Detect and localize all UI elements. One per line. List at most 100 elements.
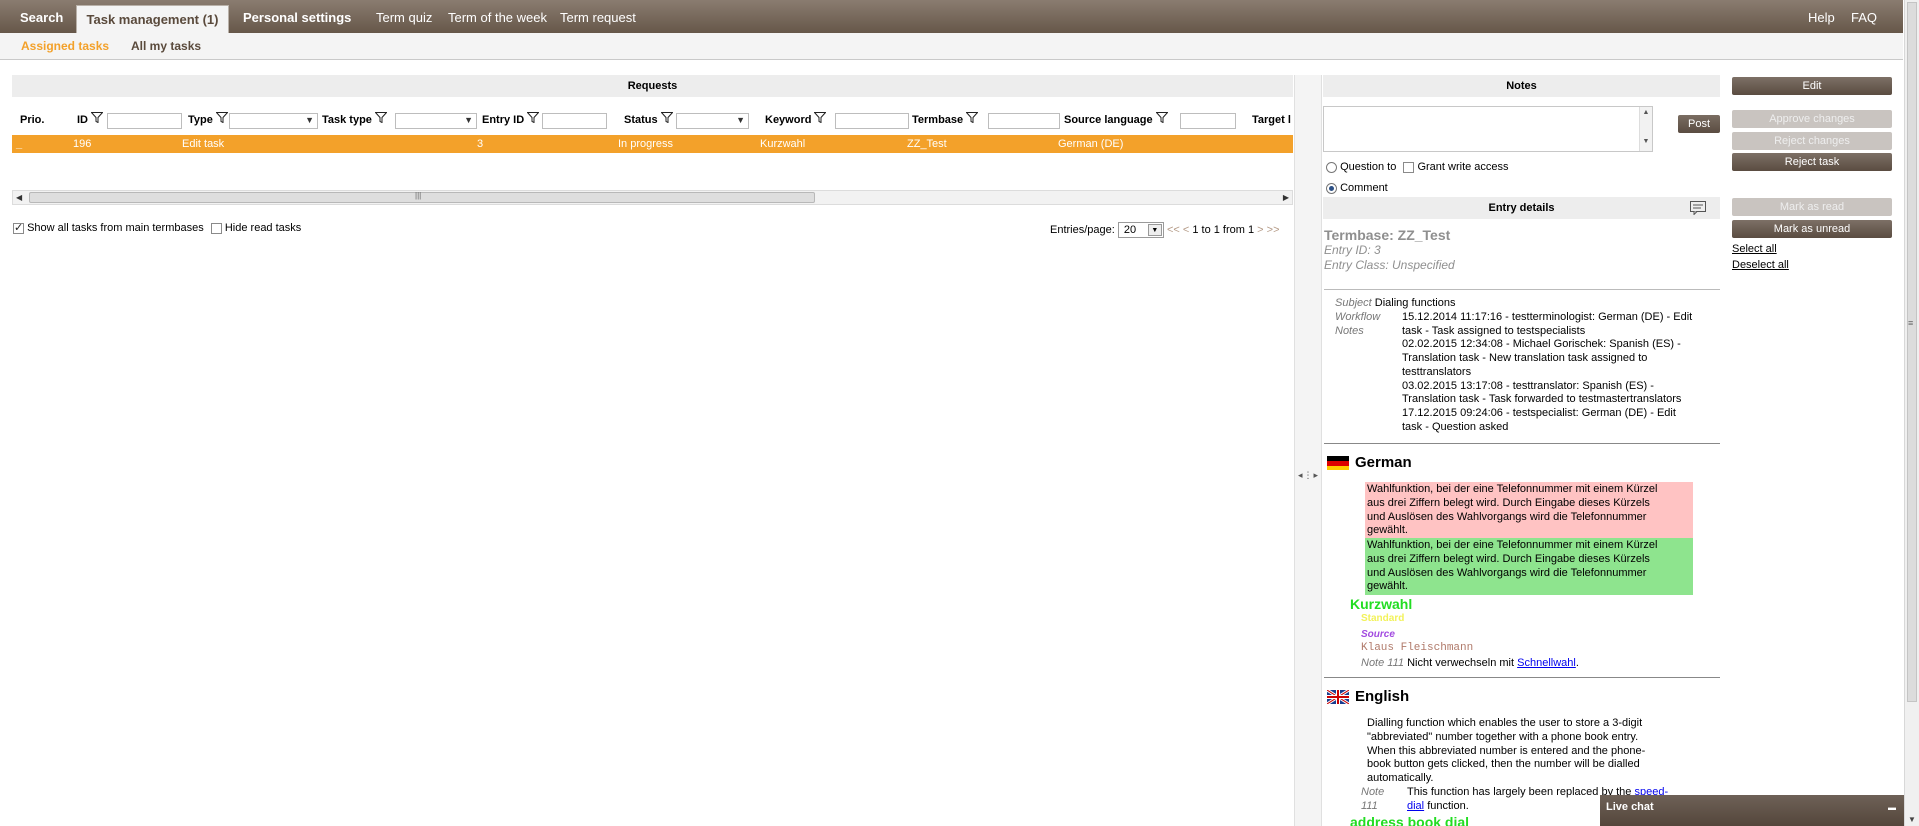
note-text: This function has largely been replaced …: [1407, 786, 1632, 798]
cell-keyword: Kurzwahl: [760, 138, 806, 150]
divider: [1324, 677, 1720, 678]
entry-id: Entry ID: 3: [1324, 243, 1381, 257]
filter-type-select[interactable]: ▼: [229, 113, 318, 129]
tab-task-management[interactable]: Task management (1): [76, 5, 229, 34]
german-note: Note 111 Nicht verwechseln mit Schnellwa…: [1361, 657, 1579, 669]
tab-personal-settings[interactable]: Personal settings: [243, 0, 351, 33]
scroll-right-icon[interactable]: ▶: [1283, 191, 1289, 204]
filter-id-input[interactable]: [107, 113, 182, 129]
mark-as-read-button[interactable]: Mark as read: [1732, 198, 1892, 216]
definition-line: gewählt.: [1367, 580, 1408, 593]
speed-dial-link[interactable]: dial: [1407, 800, 1424, 812]
filter-icon[interactable]: [526, 107, 540, 133]
filter-icon[interactable]: [965, 107, 979, 133]
filter-icon[interactable]: [215, 107, 229, 133]
col-entry-id[interactable]: Entry ID: [482, 107, 540, 133]
filter-icon[interactable]: [813, 107, 828, 133]
deselect-all-link[interactable]: Deselect all: [1732, 259, 1789, 271]
post-button[interactable]: Post: [1678, 115, 1720, 133]
question-to-radio[interactable]: [1326, 161, 1337, 173]
select-all-link[interactable]: Select all: [1732, 243, 1777, 255]
definition-line: Wahlfunktion, bei der eine Telefonnummer…: [1367, 539, 1658, 551]
cell-status: In progress: [618, 138, 674, 150]
minimize-icon[interactable]: ▬: [1888, 803, 1896, 812]
filter-termbase-input[interactable]: [988, 113, 1060, 129]
definition-line: book button gets clicked, then the numbe…: [1367, 758, 1640, 771]
filter-entry-id-input[interactable]: [542, 113, 607, 129]
workflow-line: Translation task - Task forwarded to tes…: [1402, 393, 1682, 406]
note-textarea[interactable]: ▲ ▼: [1323, 106, 1653, 152]
approve-changes-button[interactable]: Approve changes: [1732, 110, 1892, 128]
filter-source-language-input[interactable]: [1180, 113, 1236, 129]
table-row[interactable]: _ 196 Edit task 3 In progress Kurzwahl Z…: [12, 135, 1293, 153]
definition-line: aus drei Ziffern belegt wird. Durch Eing…: [1367, 552, 1650, 565]
col-termbase[interactable]: Termbase: [912, 107, 979, 133]
show-all-tasks-checkbox[interactable]: [13, 221, 24, 234]
grant-write-access-checkbox[interactable]: [1403, 161, 1415, 173]
sub-navigation: Assigned tasks All my tasks: [0, 33, 1903, 60]
cell-source-language: German (DE): [1058, 138, 1124, 150]
workflow-line: 15.12.2014 11:17:16 - testterminologist:…: [1402, 311, 1693, 323]
filter-icon[interactable]: [660, 107, 674, 133]
mark-as-unread-button[interactable]: Mark as unread: [1732, 220, 1892, 238]
english-term: address book dial: [1350, 814, 1470, 826]
subject-value: Dialing functions: [1374, 297, 1456, 309]
splitter-arrows-icon[interactable]: ◂⋮▸: [1298, 470, 1319, 481]
horizontal-scrollbar[interactable]: ◀ ||| ▶: [12, 190, 1293, 205]
reject-task-button[interactable]: Reject task: [1732, 153, 1892, 171]
definition-line: "abbreviated" number together with a pho…: [1367, 730, 1639, 743]
pager-next[interactable]: > >>: [1257, 224, 1279, 236]
link-term-request[interactable]: Term request: [560, 0, 636, 33]
entries-per-page-select[interactable]: 20 ▼: [1117, 222, 1164, 238]
col-type[interactable]: Type: [188, 107, 229, 133]
scroll-left-icon[interactable]: ◀: [16, 191, 22, 204]
subject-row: Subject Dialing functions: [1335, 297, 1455, 309]
reject-changes-button[interactable]: Reject changes: [1732, 132, 1892, 150]
col-id[interactable]: ID: [77, 107, 104, 133]
note-end: function.: [1427, 799, 1469, 812]
link-term-of-the-week[interactable]: Term of the week: [448, 0, 547, 33]
live-chat-label: Live chat: [1606, 801, 1654, 813]
filter-icon[interactable]: [1155, 107, 1169, 133]
filter-icon[interactable]: [90, 107, 104, 133]
comment-radio[interactable]: [1326, 182, 1337, 194]
definition-line: When this abbreviated number is entered …: [1367, 744, 1646, 757]
uk-flag-icon: [1326, 688, 1350, 706]
col-prio[interactable]: Prio.: [20, 107, 44, 133]
col-keyword[interactable]: Keyword: [765, 107, 828, 133]
live-chat-bar[interactable]: Live chat ▬: [1600, 795, 1904, 826]
term-status: Standard: [1361, 613, 1405, 624]
edit-button[interactable]: Edit: [1732, 77, 1892, 95]
link-help[interactable]: Help: [1808, 0, 1835, 33]
pager-prev[interactable]: << <: [1167, 224, 1189, 236]
hide-read-tasks-checkbox[interactable]: [210, 222, 222, 234]
col-source-language[interactable]: Source language: [1064, 107, 1169, 133]
textarea-scrollbar[interactable]: ▲ ▼: [1639, 107, 1652, 151]
link-faq[interactable]: FAQ: [1851, 0, 1877, 33]
filter-icon[interactable]: [374, 107, 388, 133]
requests-header: Requests: [12, 75, 1293, 97]
panel-splitter[interactable]: ◂⋮▸: [1294, 75, 1322, 826]
workflow-notes: 15.12.2014 11:17:16 - testterminologist:…: [1402, 311, 1692, 434]
source-label: Source: [1361, 629, 1395, 640]
tab-search[interactable]: Search: [20, 0, 63, 33]
schnellwahl-link[interactable]: Schnellwahl: [1517, 657, 1576, 669]
page-scrollbar[interactable]: ≡ ▼: [1904, 0, 1919, 826]
table-options: Show all tasks from main termbases Hide …: [13, 221, 301, 234]
scroll-down-icon[interactable]: ▼: [1908, 815, 1916, 824]
subtab-assigned-tasks[interactable]: Assigned tasks: [21, 33, 109, 59]
scrollbar-thumb[interactable]: |||: [29, 191, 815, 203]
col-status[interactable]: Status: [624, 107, 674, 133]
workflow-line: Translation task - New translation task …: [1402, 352, 1648, 365]
filter-task-type-select[interactable]: ▼: [395, 113, 477, 129]
filter-keyword-input[interactable]: [835, 113, 909, 129]
scrollbar-thumb[interactable]: [1907, 2, 1917, 702]
col-task-type[interactable]: Task type: [322, 107, 388, 133]
entry-class: Entry Class: Unspecified: [1324, 258, 1455, 272]
link-term-quiz[interactable]: Term quiz: [376, 0, 432, 33]
comment-bubble-icon[interactable]: [1690, 201, 1706, 223]
note-text: Nicht verwechseln mit: [1407, 657, 1515, 669]
col-target-language[interactable]: Target l: [1252, 107, 1293, 133]
subtab-all-my-tasks[interactable]: All my tasks: [131, 33, 201, 59]
filter-status-select[interactable]: ▼: [676, 113, 749, 129]
